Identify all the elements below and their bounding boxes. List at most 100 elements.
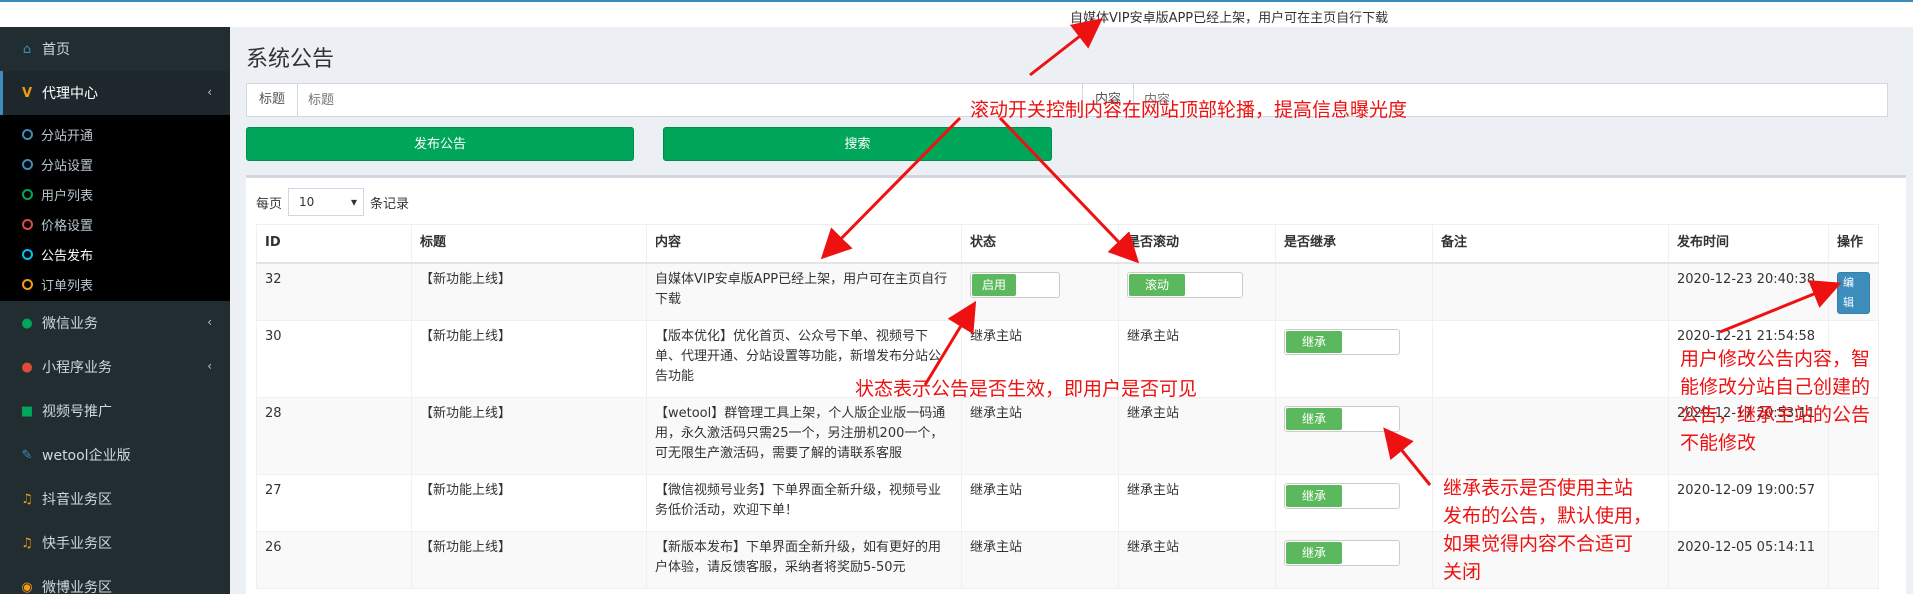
table-row: 26 【新功能上线】 【新版本发布】下单界面全新升级，如有更好的用户体验，请反馈… — [256, 531, 1879, 589]
submenu-item-user-list[interactable]: 用户列表 — [0, 179, 230, 209]
submenu-item-branch-open[interactable]: 分站开通 — [0, 119, 230, 149]
submenu-item-label: 分站开通 — [41, 128, 94, 144]
col-action: 操作 — [1828, 224, 1879, 264]
cell-status: 继承主站 — [961, 531, 1119, 589]
annotation-scroll: 滚动开关控制内容在网站顶部轮播，提高信息曝光度 — [970, 99, 1408, 121]
cell-time: 2020-12-09 19:00:57 — [1668, 474, 1829, 532]
cell-title: 【新功能上线】 — [411, 320, 647, 398]
cell-title: 【新功能上线】 — [411, 531, 647, 589]
col-title[interactable]: 标题 — [411, 224, 647, 264]
sidebar-item-video[interactable]: ■ 视频号推广 — [0, 389, 230, 433]
col-time[interactable]: 发布时间 — [1668, 224, 1829, 264]
inherit-toggle[interactable]: 继承 — [1284, 329, 1400, 355]
scrolling-announcement: 自媒体VIP安卓版APP已经上架，用户可在主页自行下载 — [1070, 11, 1389, 26]
cell-scroll: 滚动 — [1118, 262, 1276, 321]
status-toggle[interactable]: 启用 — [970, 271, 1060, 298]
table-row: 32 【新功能上线】 自媒体VIP安卓版APP已经上架，用户可在主页自行下载 启… — [256, 262, 1879, 321]
submenu-item-label: 价格设置 — [41, 218, 94, 234]
title-input[interactable] — [298, 84, 1085, 116]
cell-inherit: 继承 — [1275, 320, 1433, 398]
annotation-status: 状态表示公告是否生效，即用户是否可见 — [855, 378, 1198, 400]
inherit-toggle[interactable]: 继承 — [1284, 483, 1400, 509]
cell-id: 27 — [256, 474, 412, 532]
sidebar-item-label: 微博业务区 — [42, 580, 112, 594]
annotation-edit-4: 不能修改 — [1680, 432, 1757, 454]
col-content[interactable]: 内容 — [646, 224, 962, 264]
inherit-toggle[interactable]: 继承 — [1284, 406, 1400, 432]
cell-id: 30 — [256, 320, 412, 398]
circle-icon — [22, 188, 33, 200]
cell-content: 【新版本发布】下单界面全新升级，如有更好的用户体验，请反馈客服，采纳者将奖励5-… — [646, 531, 962, 589]
cell-id: 28 — [256, 397, 412, 475]
toggle-on-label: 继承 — [1286, 408, 1342, 430]
toggle-on-label: 启用 — [972, 273, 1016, 296]
music-icon: ♫ — [21, 491, 33, 507]
cell-remark — [1432, 397, 1669, 475]
table-row: 28 【新功能上线】 【wetool】群管理工具上架，个人版企业版一码通用，永久… — [256, 397, 1879, 475]
sidebar-item-wechat[interactable]: ● 微信业务 ‹ — [0, 301, 230, 345]
sidebar-item-label: 微信业务 — [42, 316, 98, 332]
home-icon: ⌂ — [22, 41, 32, 57]
cell-remark — [1432, 262, 1669, 321]
cell-status: 启用 — [961, 262, 1119, 321]
sidebar-item-douyin[interactable]: ♫ 抖音业务区 — [0, 477, 230, 521]
sidebar-item-agent-center[interactable]: V 代理中心 ‹ — [0, 71, 230, 115]
scroll-toggle[interactable]: 滚动 — [1127, 271, 1243, 298]
submenu-item-announcement[interactable]: 公告发布 — [0, 239, 230, 269]
sidebar-item-home[interactable]: ⌂ 首页 — [0, 27, 230, 71]
cell-id: 26 — [256, 531, 412, 589]
annotation-inherit-4: 关闭 — [1443, 561, 1482, 583]
sidebar-item-miniprogram[interactable]: ● 小程序业务 ‹ — [0, 345, 230, 389]
inherit-toggle[interactable]: 继承 — [1284, 540, 1400, 566]
cell-title: 【新功能上线】 — [411, 397, 647, 475]
sidebar-item-kuaishou[interactable]: ♫ 快手业务区 — [0, 521, 230, 565]
weibo-icon: ◉ — [21, 579, 33, 594]
cell-content: 【微信视频号业务】下单界面全新升级，视频号业务低价活动，欢迎下单！ — [646, 474, 962, 532]
publish-button[interactable]: 发布公告 — [246, 127, 634, 161]
agent-submenu: 分站开通 分站设置 用户列表 价格设置 公告发布 订单列表 — [0, 115, 230, 301]
submenu-item-price-settings[interactable]: 价格设置 — [0, 209, 230, 239]
col-id[interactable]: ID — [256, 224, 412, 264]
v-icon: V — [21, 85, 33, 101]
announcement-table: ID 标题 内容 状态 是否滚动 是否继承 备注 发布时间 操作 32 【新功能… — [256, 224, 1879, 589]
submenu-item-label: 用户列表 — [41, 188, 94, 204]
cell-title: 【新功能上线】 — [411, 474, 647, 532]
annotation-inherit-3: 如果觉得内容不合适可 — [1443, 533, 1634, 555]
submenu-item-branch-settings[interactable]: 分站设置 — [0, 149, 230, 179]
col-scroll[interactable]: 是否滚动 — [1118, 224, 1276, 264]
annotation-inherit-2: 发布的公告，默认使用， — [1443, 505, 1653, 527]
sidebar-item-label: 快手业务区 — [42, 536, 112, 552]
search-button[interactable]: 搜索 — [663, 127, 1052, 161]
sidebar-item-label: 小程序业务 — [42, 360, 112, 376]
submenu-item-label: 公告发布 — [41, 248, 94, 264]
video-icon: ■ — [20, 403, 34, 419]
sidebar-item-wetool[interactable]: ✎ wetool企业版 — [0, 433, 230, 477]
sidebar-item-weibo[interactable]: ◉ 微博业务区 — [0, 565, 230, 594]
cell-content: 自媒体VIP安卓版APP已经上架，用户可在主页自行下载 — [646, 262, 962, 321]
circle-icon — [22, 158, 33, 170]
col-inherit[interactable]: 是否继承 — [1275, 224, 1433, 264]
page-length: 每页 10 条记录 — [256, 188, 409, 216]
circle-icon — [22, 248, 33, 260]
cell-status: 继承主站 — [961, 397, 1119, 475]
sidebar-item-label: 视频号推广 — [42, 404, 112, 420]
chevron-left-icon: ‹ — [207, 359, 212, 373]
toggle-on-label: 继承 — [1286, 542, 1342, 564]
cell-inherit — [1275, 262, 1433, 321]
page-length-suffix: 条记录 — [370, 196, 410, 212]
submenu-item-orders[interactable]: 订单列表 — [0, 269, 230, 299]
cell-title: 【新功能上线】 — [411, 262, 647, 321]
sidebar: ⌂ 首页 V 代理中心 ‹ 分站开通 分站设置 用户列表 价格设置 公告发布 订… — [0, 27, 230, 594]
col-remark[interactable]: 备注 — [1432, 224, 1669, 264]
circle-icon — [22, 278, 33, 290]
cell-scroll: 继承主站 — [1118, 474, 1276, 532]
page-length-select[interactable]: 10 — [288, 188, 365, 216]
table-header-row: ID 标题 内容 状态 是否滚动 是否继承 备注 发布时间 操作 — [256, 224, 1879, 264]
circle-icon — [22, 128, 33, 140]
cell-id: 32 — [256, 262, 412, 321]
toggle-on-label: 滚动 — [1129, 273, 1185, 296]
sidebar-item-label: 首页 — [42, 42, 70, 58]
page-length-prefix: 每页 — [256, 196, 283, 212]
col-status[interactable]: 状态 — [961, 224, 1119, 264]
edit-button[interactable]: 编辑 — [1837, 271, 1870, 314]
